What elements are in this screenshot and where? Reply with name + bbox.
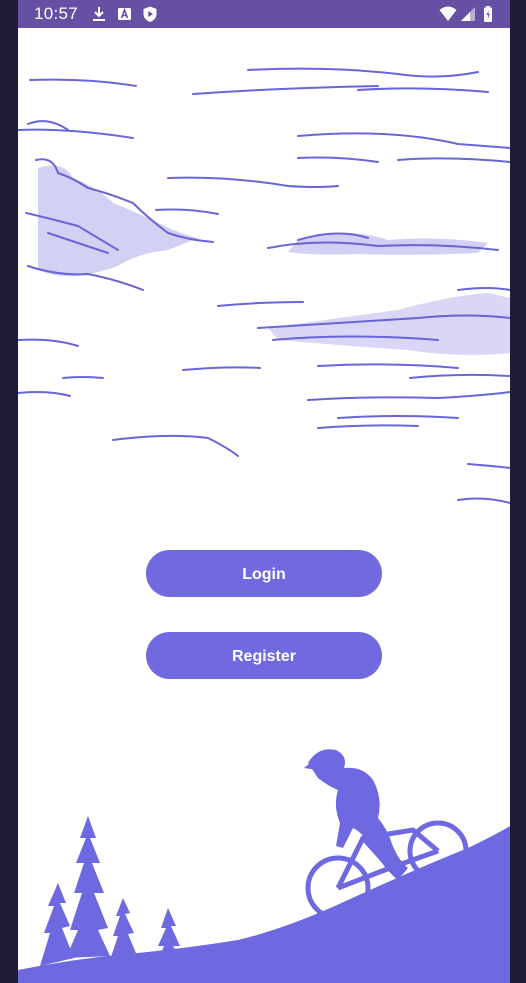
signal-icon [461,7,475,21]
status-time: 10:57 [34,4,79,23]
register-button[interactable]: Register [146,632,382,679]
wifi-icon [439,6,457,21]
biker-illustration [18,749,510,983]
login-button[interactable]: Login [146,550,382,597]
app-screen: Login Register [18,28,510,983]
a-badge-icon [118,7,131,20]
battery-icon [484,6,492,22]
status-bar: 10:57 [18,0,510,28]
clouds-illustration [18,67,510,504]
shield-play-icon [143,6,157,22]
download-icon [93,7,105,21]
